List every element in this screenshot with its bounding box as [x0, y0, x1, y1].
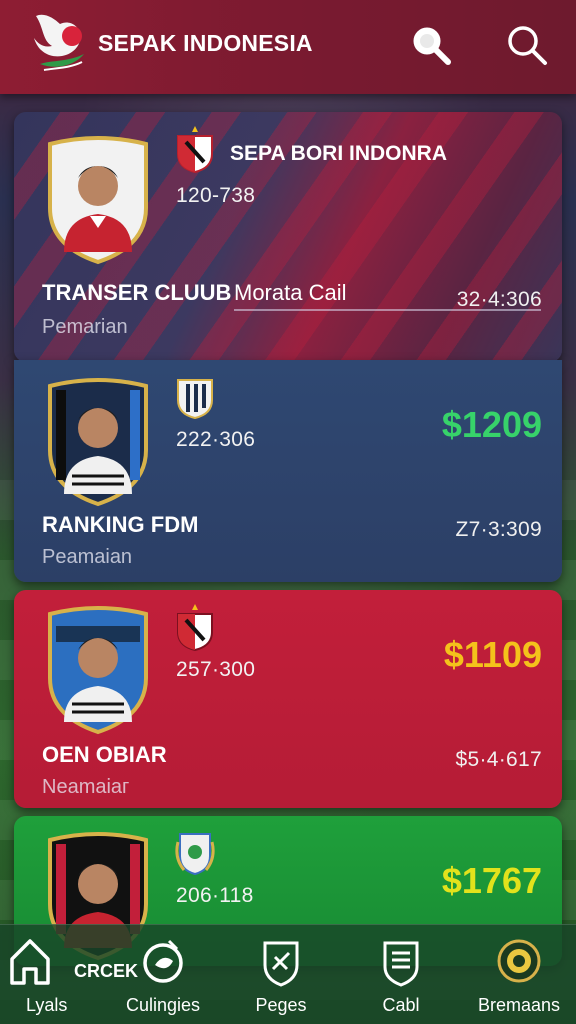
nav-item-peges[interactable]: Peges — [226, 931, 336, 1021]
club-crest-icon — [175, 833, 215, 876]
player-stat: $5·4·617 — [455, 748, 542, 771]
nav-label: Cabl — [382, 995, 420, 1015]
nav-label: Peges — [255, 995, 307, 1015]
club-name: Morata Cail — [234, 280, 347, 305]
nav-item-bremaans[interactable]: Bremaans — [464, 931, 574, 1021]
player-badge — [48, 136, 148, 265]
card-title: RANKING FDM — [42, 512, 199, 537]
nav-label: Lyals — [26, 995, 68, 1015]
player-stat: Z7·3:309 — [455, 518, 542, 541]
card-title: OEN OBIAR — [42, 742, 167, 767]
card-header: SEPA BORI INDONRA — [230, 142, 448, 165]
nav-item-culingies[interactable]: Culingies — [108, 931, 218, 1021]
player-price: $1209 — [441, 404, 542, 445]
soccer-ball-icon — [143, 939, 183, 983]
player-card[interactable]: 222·306 $1209 RANKING FDM Z7·3:309 Peama… — [14, 360, 562, 582]
club-crest-icon — [497, 939, 541, 983]
home-icon — [10, 939, 50, 985]
garuda-bird-logo — [34, 14, 84, 71]
player-code: 206·118 — [176, 884, 254, 907]
player-badge — [48, 606, 148, 735]
club-crest-icon — [177, 126, 213, 174]
player-code: 120-738 — [176, 184, 256, 207]
player-badge — [48, 378, 148, 507]
club-crest-icon — [177, 379, 213, 420]
search-button-primary[interactable] — [408, 22, 454, 68]
nav-label: Culingies — [125, 995, 201, 1015]
player-role: Pemarian — [42, 316, 128, 338]
card-title: TRANSER CLUUB — [42, 280, 232, 305]
app-header: SEPAK INDONESIA — [0, 0, 576, 94]
list-badge-icon — [383, 941, 419, 987]
player-code: 222·306 — [176, 428, 256, 451]
player-price: $1767 — [441, 860, 542, 901]
nav-item-lyals[interactable]: CRCEK Lyals — [0, 931, 138, 1021]
search-icon — [413, 27, 451, 65]
search-button[interactable] — [504, 22, 550, 68]
player-code: 257·300 — [176, 658, 256, 681]
player-role: Neamaiaг — [42, 776, 130, 798]
shield-icon — [263, 941, 299, 987]
app-title: SEPAK INDONESIA — [98, 30, 313, 56]
player-price: $1109 — [443, 634, 542, 675]
nav-label: Bremaans — [477, 995, 561, 1015]
club-crest-icon — [177, 604, 213, 652]
nav-item-cabl[interactable]: Cabl — [346, 931, 456, 1021]
player-stat: 32·4:306 — [456, 288, 542, 311]
player-card[interactable]: 257·300 $1109 OEN OBIAR $5·4·617 Neamaia… — [14, 590, 562, 808]
search-icon — [508, 26, 547, 65]
player-card-featured[interactable]: SEPA BORI INDONRA 120-738 TRANSER CLUUB … — [14, 112, 562, 362]
bottom-navigation: CRCEK Lyals Culingies Peges Cabl Bremaan… — [0, 924, 576, 1024]
player-role: Peamaian — [42, 546, 133, 568]
